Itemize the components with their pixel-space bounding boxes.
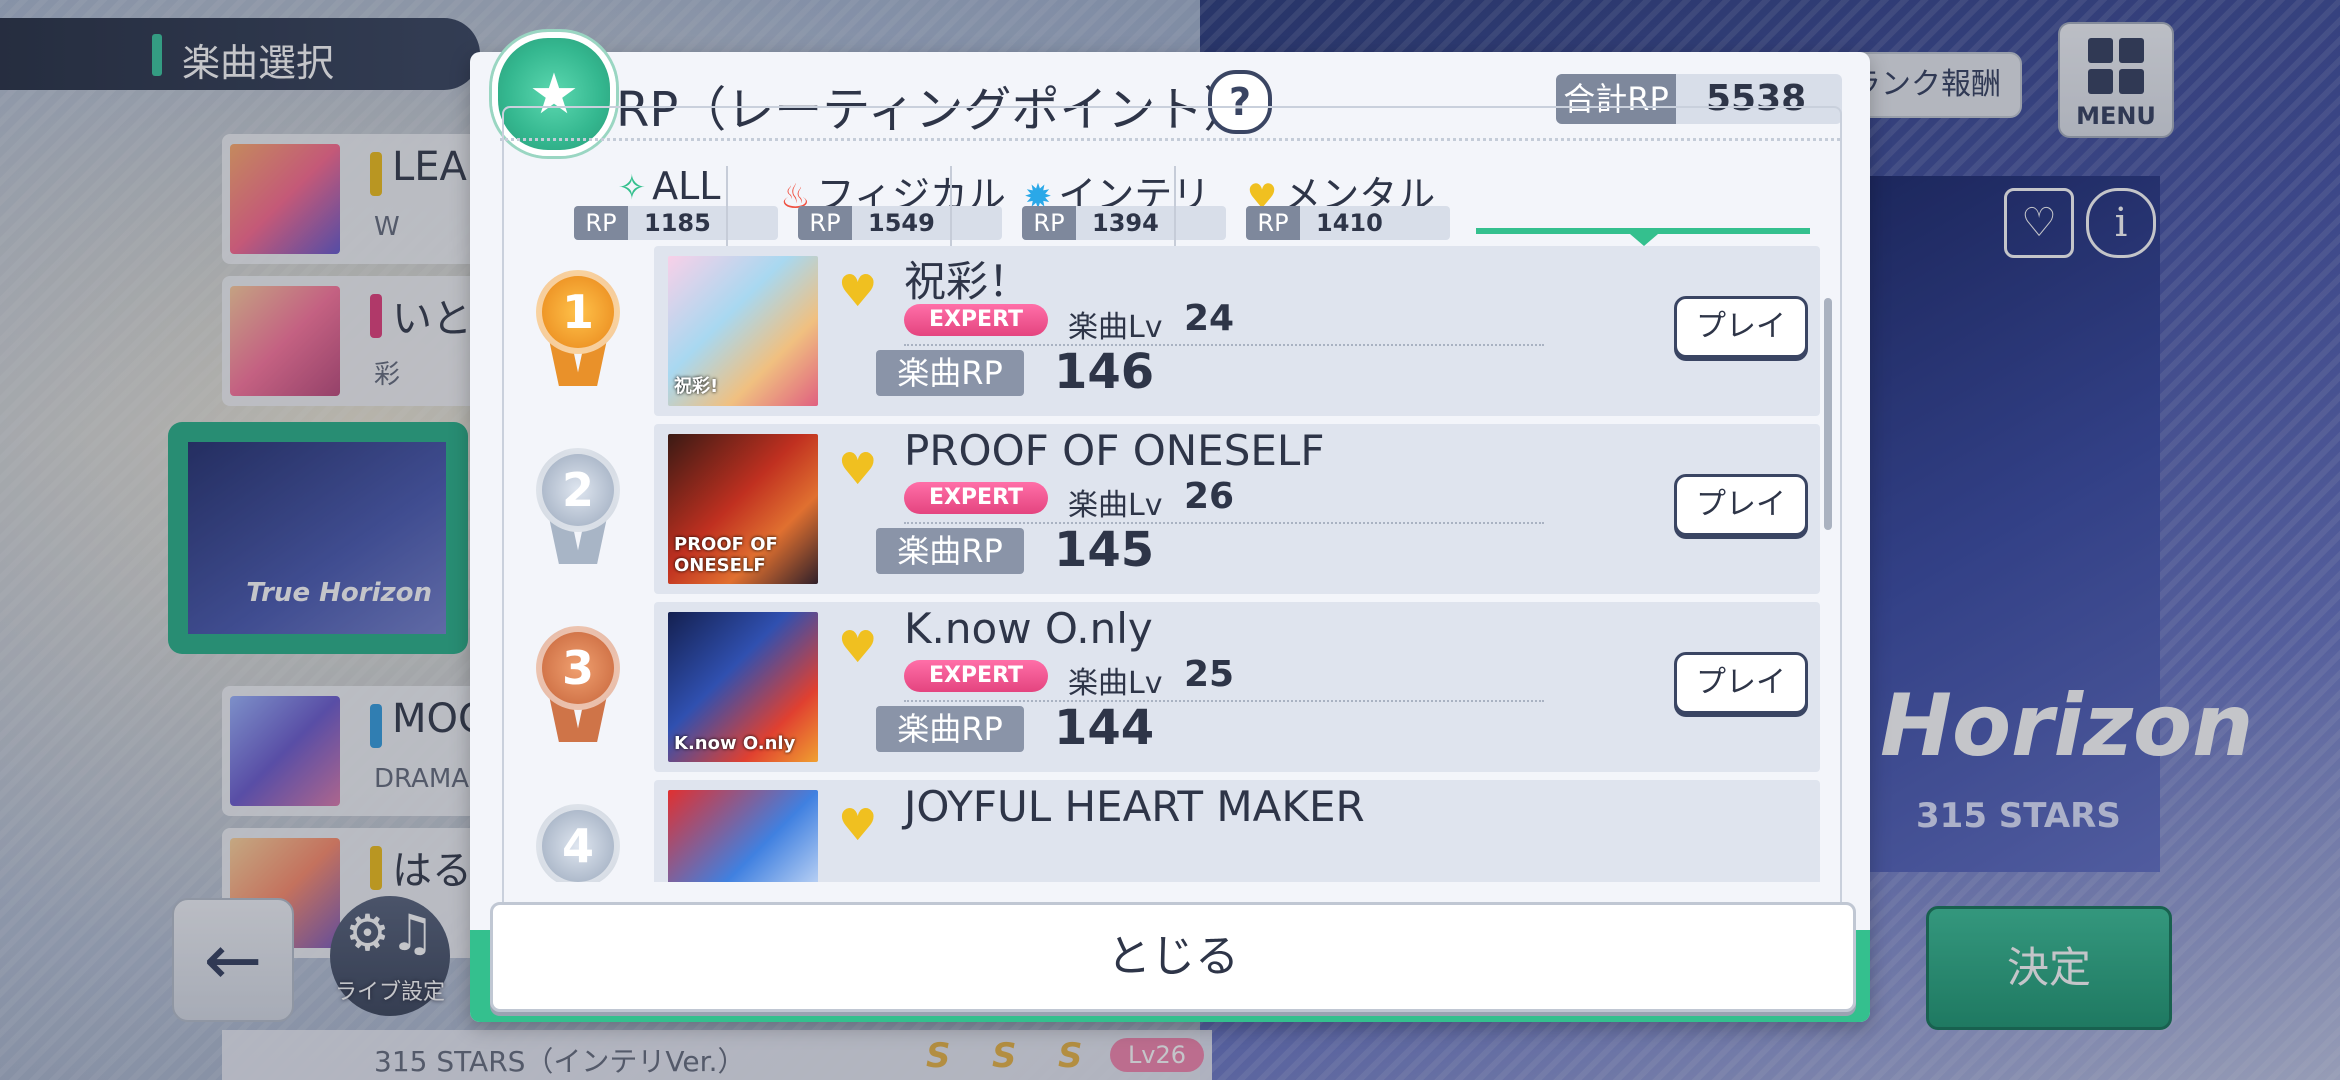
song-rp-value: 146 bbox=[1054, 344, 1155, 400]
song-jacket: 祝彩! bbox=[668, 256, 818, 406]
level-label: 楽曲Lv bbox=[1068, 310, 1163, 345]
tab-rp-key: RP bbox=[1022, 206, 1076, 240]
song-title: JOYFUL HEART MAKER bbox=[904, 782, 1365, 831]
tab-rp-value: 1394 bbox=[1092, 209, 1159, 237]
song-title: 祝彩！ bbox=[904, 257, 1031, 306]
type-tabs: ✧ ALL RP 1185 ♨ フィジカル RP 1549 ✹ インテリ RP 139… bbox=[502, 160, 1838, 252]
song-title: K.now O.nly bbox=[904, 604, 1153, 653]
list-item: 4 ♥ JOYFUL HEART MAKER bbox=[504, 774, 1836, 882]
song-rp-value: 145 bbox=[1054, 522, 1155, 578]
play-button[interactable]: プレイ bbox=[1674, 652, 1808, 714]
song-jacket: PROOF OF ONESELF bbox=[668, 434, 818, 584]
tab-rp: RP 1410 bbox=[1246, 206, 1450, 240]
modal-title: RP（レーティングポイント） bbox=[616, 82, 1252, 138]
jacket-text: PROOF OF ONESELF bbox=[674, 534, 778, 576]
song-title: PROOF OF ONESELF bbox=[904, 426, 1325, 475]
tab-rp-key: RP bbox=[798, 206, 852, 240]
song-rp-label: 楽曲RP bbox=[876, 528, 1024, 574]
total-rp-label: 合計RP bbox=[1556, 74, 1676, 124]
medal-rank: 1 bbox=[536, 270, 620, 354]
list-item: 2 PROOF OF ONESELF ♥ PROOF OF ONESELF EX… bbox=[504, 418, 1836, 594]
level-label: 楽曲Lv bbox=[1068, 488, 1163, 523]
row-divider bbox=[904, 522, 1544, 524]
level-value: 25 bbox=[1184, 654, 1235, 695]
tab-rp-key: RP bbox=[574, 206, 628, 240]
total-rp-value: 5538 bbox=[1706, 78, 1807, 119]
rank-medal-bronze: 3 bbox=[528, 626, 628, 746]
song-row-card bbox=[654, 602, 1820, 772]
total-rp-display: 合計RP 5538 bbox=[1556, 74, 1842, 124]
song-rp-value: 144 bbox=[1054, 700, 1155, 756]
play-button[interactable]: プレイ bbox=[1674, 296, 1808, 358]
song-rp-label: 楽曲RP bbox=[876, 706, 1024, 752]
close-button[interactable]: とじる bbox=[490, 902, 1856, 1012]
title-divider bbox=[500, 138, 1840, 141]
song-jacket: K.now O.nly bbox=[668, 612, 818, 762]
rank-medal: 4 bbox=[528, 804, 628, 882]
heart-icon: ♥ bbox=[838, 266, 878, 317]
song-row-card bbox=[654, 246, 1820, 416]
medal-rank: 2 bbox=[536, 448, 620, 532]
level-value: 24 bbox=[1184, 298, 1235, 339]
rank-medal-silver: 2 bbox=[528, 448, 628, 568]
help-button[interactable]: ? bbox=[1208, 70, 1272, 134]
play-button[interactable]: プレイ bbox=[1674, 474, 1808, 536]
list-item: 3 K.now O.nly ♥ K.now O.nly EXPERT 楽曲Lv … bbox=[504, 596, 1836, 772]
row-divider bbox=[904, 344, 1544, 346]
tab-label: ALL bbox=[652, 164, 721, 208]
list-scrollbar[interactable] bbox=[1824, 298, 1832, 530]
list-item: 1 祝彩! ♥ 祝彩！ EXPERT 楽曲Lv 24 楽曲RP 146 プレイ bbox=[504, 240, 1836, 416]
medal-rank: 4 bbox=[536, 804, 620, 882]
rp-song-list[interactable]: 1 祝彩! ♥ 祝彩！ EXPERT 楽曲Lv 24 楽曲RP 146 プレイ … bbox=[504, 240, 1836, 882]
level-value: 26 bbox=[1184, 476, 1235, 517]
difficulty-badge: EXPERT bbox=[904, 660, 1048, 692]
song-rp-label: 楽曲RP bbox=[876, 350, 1024, 396]
tab-rp-value: 1410 bbox=[1316, 209, 1383, 237]
heart-icon: ♥ bbox=[838, 444, 878, 495]
jacket-text: 祝彩! bbox=[674, 376, 719, 397]
jacket-text: K.now O.nly bbox=[674, 733, 796, 754]
tab-rp-value: 1185 bbox=[644, 209, 711, 237]
rank-medal-gold: 1 bbox=[528, 270, 628, 390]
tab-mental[interactable]: ♥ メンタル RP 1410 bbox=[1174, 160, 1508, 244]
level-label: 楽曲Lv bbox=[1068, 666, 1163, 701]
heart-icon: ♥ bbox=[838, 622, 878, 673]
winged-star-icon: ★ bbox=[528, 61, 580, 127]
row-divider bbox=[904, 700, 1544, 702]
wings-icon: ✧ bbox=[617, 168, 647, 208]
tab-rp-key: RP bbox=[1246, 206, 1300, 240]
heart-icon: ♥ bbox=[838, 800, 878, 851]
medal-rank: 3 bbox=[536, 626, 620, 710]
tab-rp-value: 1549 bbox=[868, 209, 935, 237]
song-jacket bbox=[668, 790, 818, 882]
rp-modal: ★ RP（レーティングポイント） ? 合計RP 5538 ✧ ALL RP 118… bbox=[470, 32, 1870, 1022]
difficulty-badge: EXPERT bbox=[904, 482, 1048, 514]
difficulty-badge: EXPERT bbox=[904, 304, 1048, 336]
